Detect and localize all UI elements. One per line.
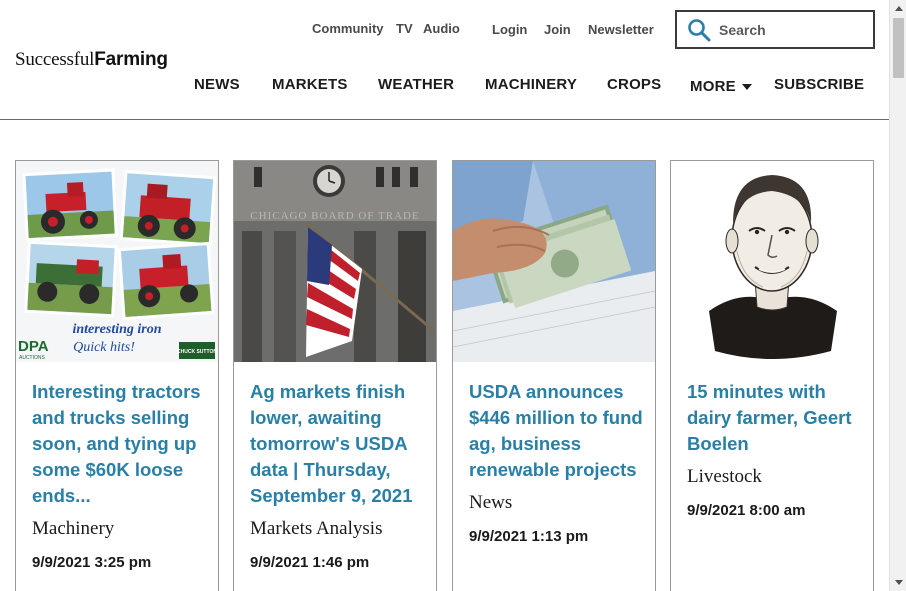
community-link[interactable]: Community bbox=[312, 21, 384, 36]
nav-markets[interactable]: MARKETS bbox=[272, 76, 348, 96]
chevron-down-icon bbox=[741, 83, 752, 90]
article-card[interactable]: interesting iron Quick hits! DPA AUCTION… bbox=[15, 160, 219, 591]
building-inscription: CHICAGO BOARD OF TRADE bbox=[250, 210, 419, 222]
article-image[interactable]: interesting iron Quick hits! DPA AUCTION… bbox=[16, 161, 218, 362]
scroll-up-arrow-icon[interactable] bbox=[890, 0, 906, 17]
nav-more[interactable]: MORE bbox=[690, 76, 752, 96]
article-date: 9/9/2021 3:25 pm bbox=[32, 554, 152, 571]
audio-link[interactable]: Audio bbox=[423, 21, 460, 36]
nav-subscribe[interactable]: SUBSCRIBE bbox=[774, 76, 864, 96]
article-image[interactable] bbox=[453, 161, 655, 362]
logo-text-successful: Successful bbox=[15, 49, 95, 70]
image-caption-interesting-iron: interesting iron bbox=[72, 322, 161, 337]
article-image[interactable]: CHICAGO BOARD OF TRADE bbox=[234, 161, 436, 362]
article-title[interactable]: Ag markets finish lower, awaiting tomorr… bbox=[250, 379, 424, 509]
search-input[interactable] bbox=[719, 21, 859, 38]
article-title[interactable]: 15 minutes with dairy farmer, Geert Boel… bbox=[687, 379, 861, 457]
nav-weather[interactable]: WEATHER bbox=[378, 76, 454, 96]
dpa-logo: DPA bbox=[18, 338, 49, 355]
article-category: Machinery bbox=[32, 518, 115, 539]
article-title[interactable]: Interesting tractors and trucks selling … bbox=[32, 379, 206, 509]
join-link[interactable]: Join bbox=[544, 22, 571, 37]
article-date: 9/9/2021 8:00 am bbox=[687, 502, 806, 519]
article-category: News bbox=[469, 492, 513, 513]
nav-machinery[interactable]: MACHINERY bbox=[485, 76, 577, 96]
logo-text-farming: Farming bbox=[94, 49, 168, 70]
vertical-scrollbar[interactable] bbox=[889, 0, 906, 591]
nav-news[interactable]: NEWS bbox=[194, 76, 240, 96]
article-card[interactable]: USDA announces $446 million to fund ag, … bbox=[452, 160, 656, 591]
nav-more-label: MORE bbox=[690, 77, 736, 95]
article-category: Livestock bbox=[687, 466, 762, 487]
image-caption-quick-hits: Quick hits! bbox=[73, 340, 135, 355]
article-title[interactable]: USDA announces $446 million to fund ag, … bbox=[469, 379, 643, 483]
newsletter-link[interactable]: Newsletter bbox=[588, 22, 654, 37]
dpa-logo-sub: AUCTIONS bbox=[19, 355, 46, 361]
tv-link[interactable]: TV bbox=[396, 21, 413, 36]
nav-crops[interactable]: CROPS bbox=[607, 76, 661, 96]
site-header: SuccessfulFarming Community TV Audio Log… bbox=[0, 0, 889, 120]
scrollbar-thumb[interactable] bbox=[893, 18, 904, 78]
search-box[interactable] bbox=[675, 10, 875, 49]
article-category: Markets Analysis bbox=[250, 518, 383, 539]
login-link[interactable]: Login bbox=[492, 22, 527, 37]
scroll-down-arrow-icon[interactable] bbox=[890, 574, 906, 591]
chuck-sutton-logo: CHUCK SUTTON bbox=[177, 349, 217, 355]
article-image[interactable] bbox=[671, 161, 873, 362]
article-card[interactable]: CHICAGO BOARD OF TRADE Ag markets finish… bbox=[233, 160, 437, 591]
article-card[interactable]: 15 minutes with dairy farmer, Geert Boel… bbox=[670, 160, 874, 591]
article-date: 9/9/2021 1:13 pm bbox=[469, 528, 589, 545]
site-logo[interactable]: SuccessfulFarming bbox=[15, 49, 168, 71]
search-icon[interactable] bbox=[679, 12, 719, 47]
article-date: 9/9/2021 1:46 pm bbox=[250, 554, 370, 571]
